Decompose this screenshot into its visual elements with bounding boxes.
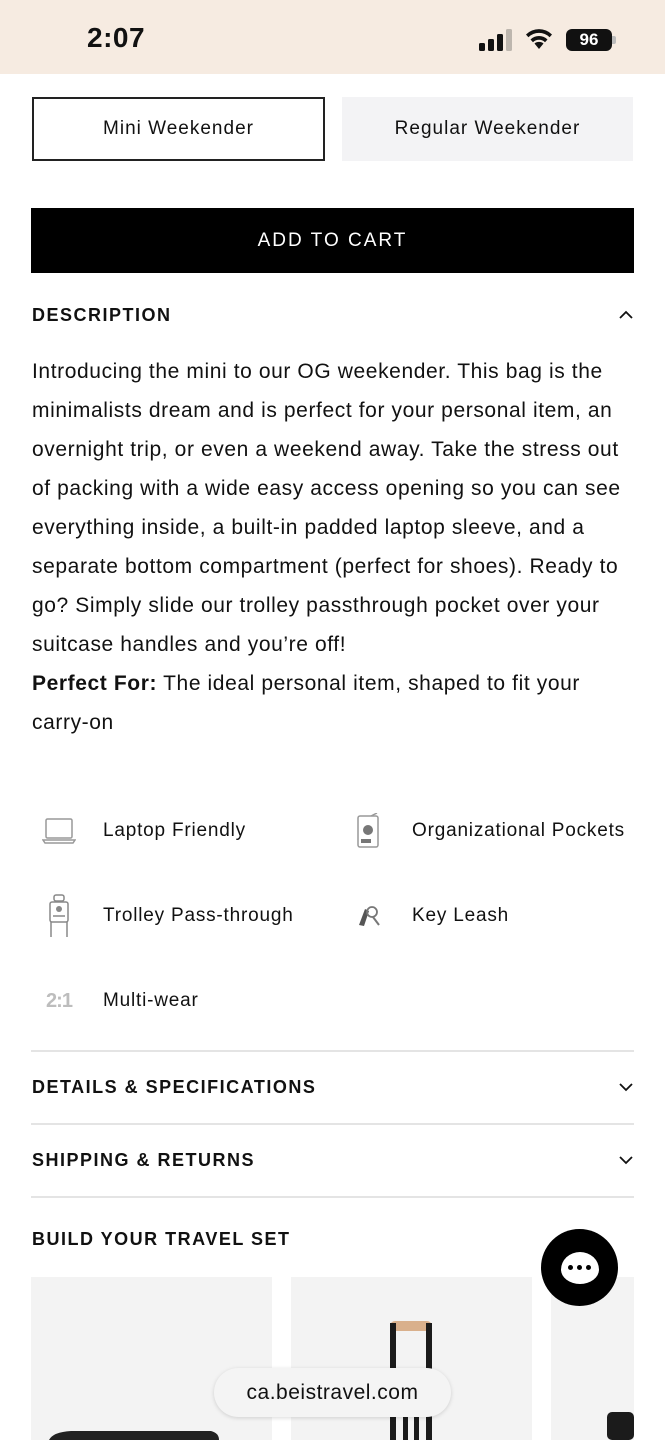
chevron-up-icon xyxy=(619,310,633,319)
description-body: Introducing the mini to our OG weekender… xyxy=(32,352,632,742)
feature-label: Key Leash xyxy=(412,905,509,926)
feature-key-leash: Key Leash xyxy=(351,896,509,936)
description-toggle[interactable]: DESCRIPTION xyxy=(32,300,634,330)
add-to-cart-button[interactable]: ADD TO CART xyxy=(31,208,634,273)
cellular-signal-icon xyxy=(479,29,512,51)
details-title: DETAILS & SPECIFICATIONS xyxy=(32,1076,317,1097)
variant-regular-weekender-button[interactable]: Regular Weekender xyxy=(342,97,633,161)
divider xyxy=(31,1123,634,1125)
shipping-returns-toggle[interactable]: SHIPPING & RETURNS xyxy=(32,1145,634,1175)
pockets-icon xyxy=(351,811,385,851)
laptop-icon xyxy=(42,811,76,851)
feature-multi-wear: 2:1 Multi-wear xyxy=(42,981,199,1021)
wifi-icon xyxy=(526,29,552,49)
variant-label: Mini Weekender xyxy=(103,118,254,139)
multiwear-icon-text: 2:1 xyxy=(46,989,73,1012)
chat-icon xyxy=(560,1251,599,1284)
battery-level: 96 xyxy=(579,30,599,49)
divider xyxy=(31,1196,634,1198)
feature-label: Organizational Pockets xyxy=(412,820,625,841)
feature-label: Laptop Friendly xyxy=(103,820,246,841)
divider xyxy=(31,1050,634,1052)
battery-icon: 96 xyxy=(566,29,612,51)
url-text: ca.beistravel.com xyxy=(246,1380,419,1404)
trolley-icon xyxy=(42,894,76,937)
chevron-down-icon xyxy=(619,1156,633,1165)
feature-label: Trolley Pass-through xyxy=(103,905,294,926)
chevron-down-icon xyxy=(619,1083,633,1092)
description-text: Introducing the mini to our OG weekender… xyxy=(32,360,621,656)
add-to-cart-label: ADD TO CART xyxy=(257,229,408,251)
chat-button[interactable] xyxy=(541,1229,618,1306)
variant-label: Regular Weekender xyxy=(394,118,581,139)
battery-tip xyxy=(612,36,616,44)
details-specifications-toggle[interactable]: DETAILS & SPECIFICATIONS xyxy=(32,1072,634,1102)
feature-label: Multi-wear xyxy=(103,990,199,1011)
description-title: DESCRIPTION xyxy=(32,304,172,325)
travel-set-title: BUILD YOUR TRAVEL SET xyxy=(32,1228,291,1249)
status-bar: 2:07 96 xyxy=(0,0,665,74)
perfect-for-label: Perfect For: xyxy=(32,672,158,695)
multiwear-icon: 2:1 xyxy=(42,981,76,1021)
travel-set-heading: BUILD YOUR TRAVEL SET xyxy=(32,1224,432,1254)
feature-laptop-friendly: Laptop Friendly xyxy=(42,811,246,851)
browser-url-bar[interactable]: ca.beistravel.com xyxy=(214,1368,451,1417)
feature-trolley-pass-through: Trolley Pass-through xyxy=(42,894,294,937)
shipping-title: SHIPPING & RETURNS xyxy=(32,1149,256,1170)
variant-mini-weekender-button[interactable]: Mini Weekender xyxy=(32,97,325,161)
key-icon xyxy=(351,896,385,936)
feature-organizational-pockets: Organizational Pockets xyxy=(351,811,625,851)
status-time: 2:07 xyxy=(87,22,146,53)
